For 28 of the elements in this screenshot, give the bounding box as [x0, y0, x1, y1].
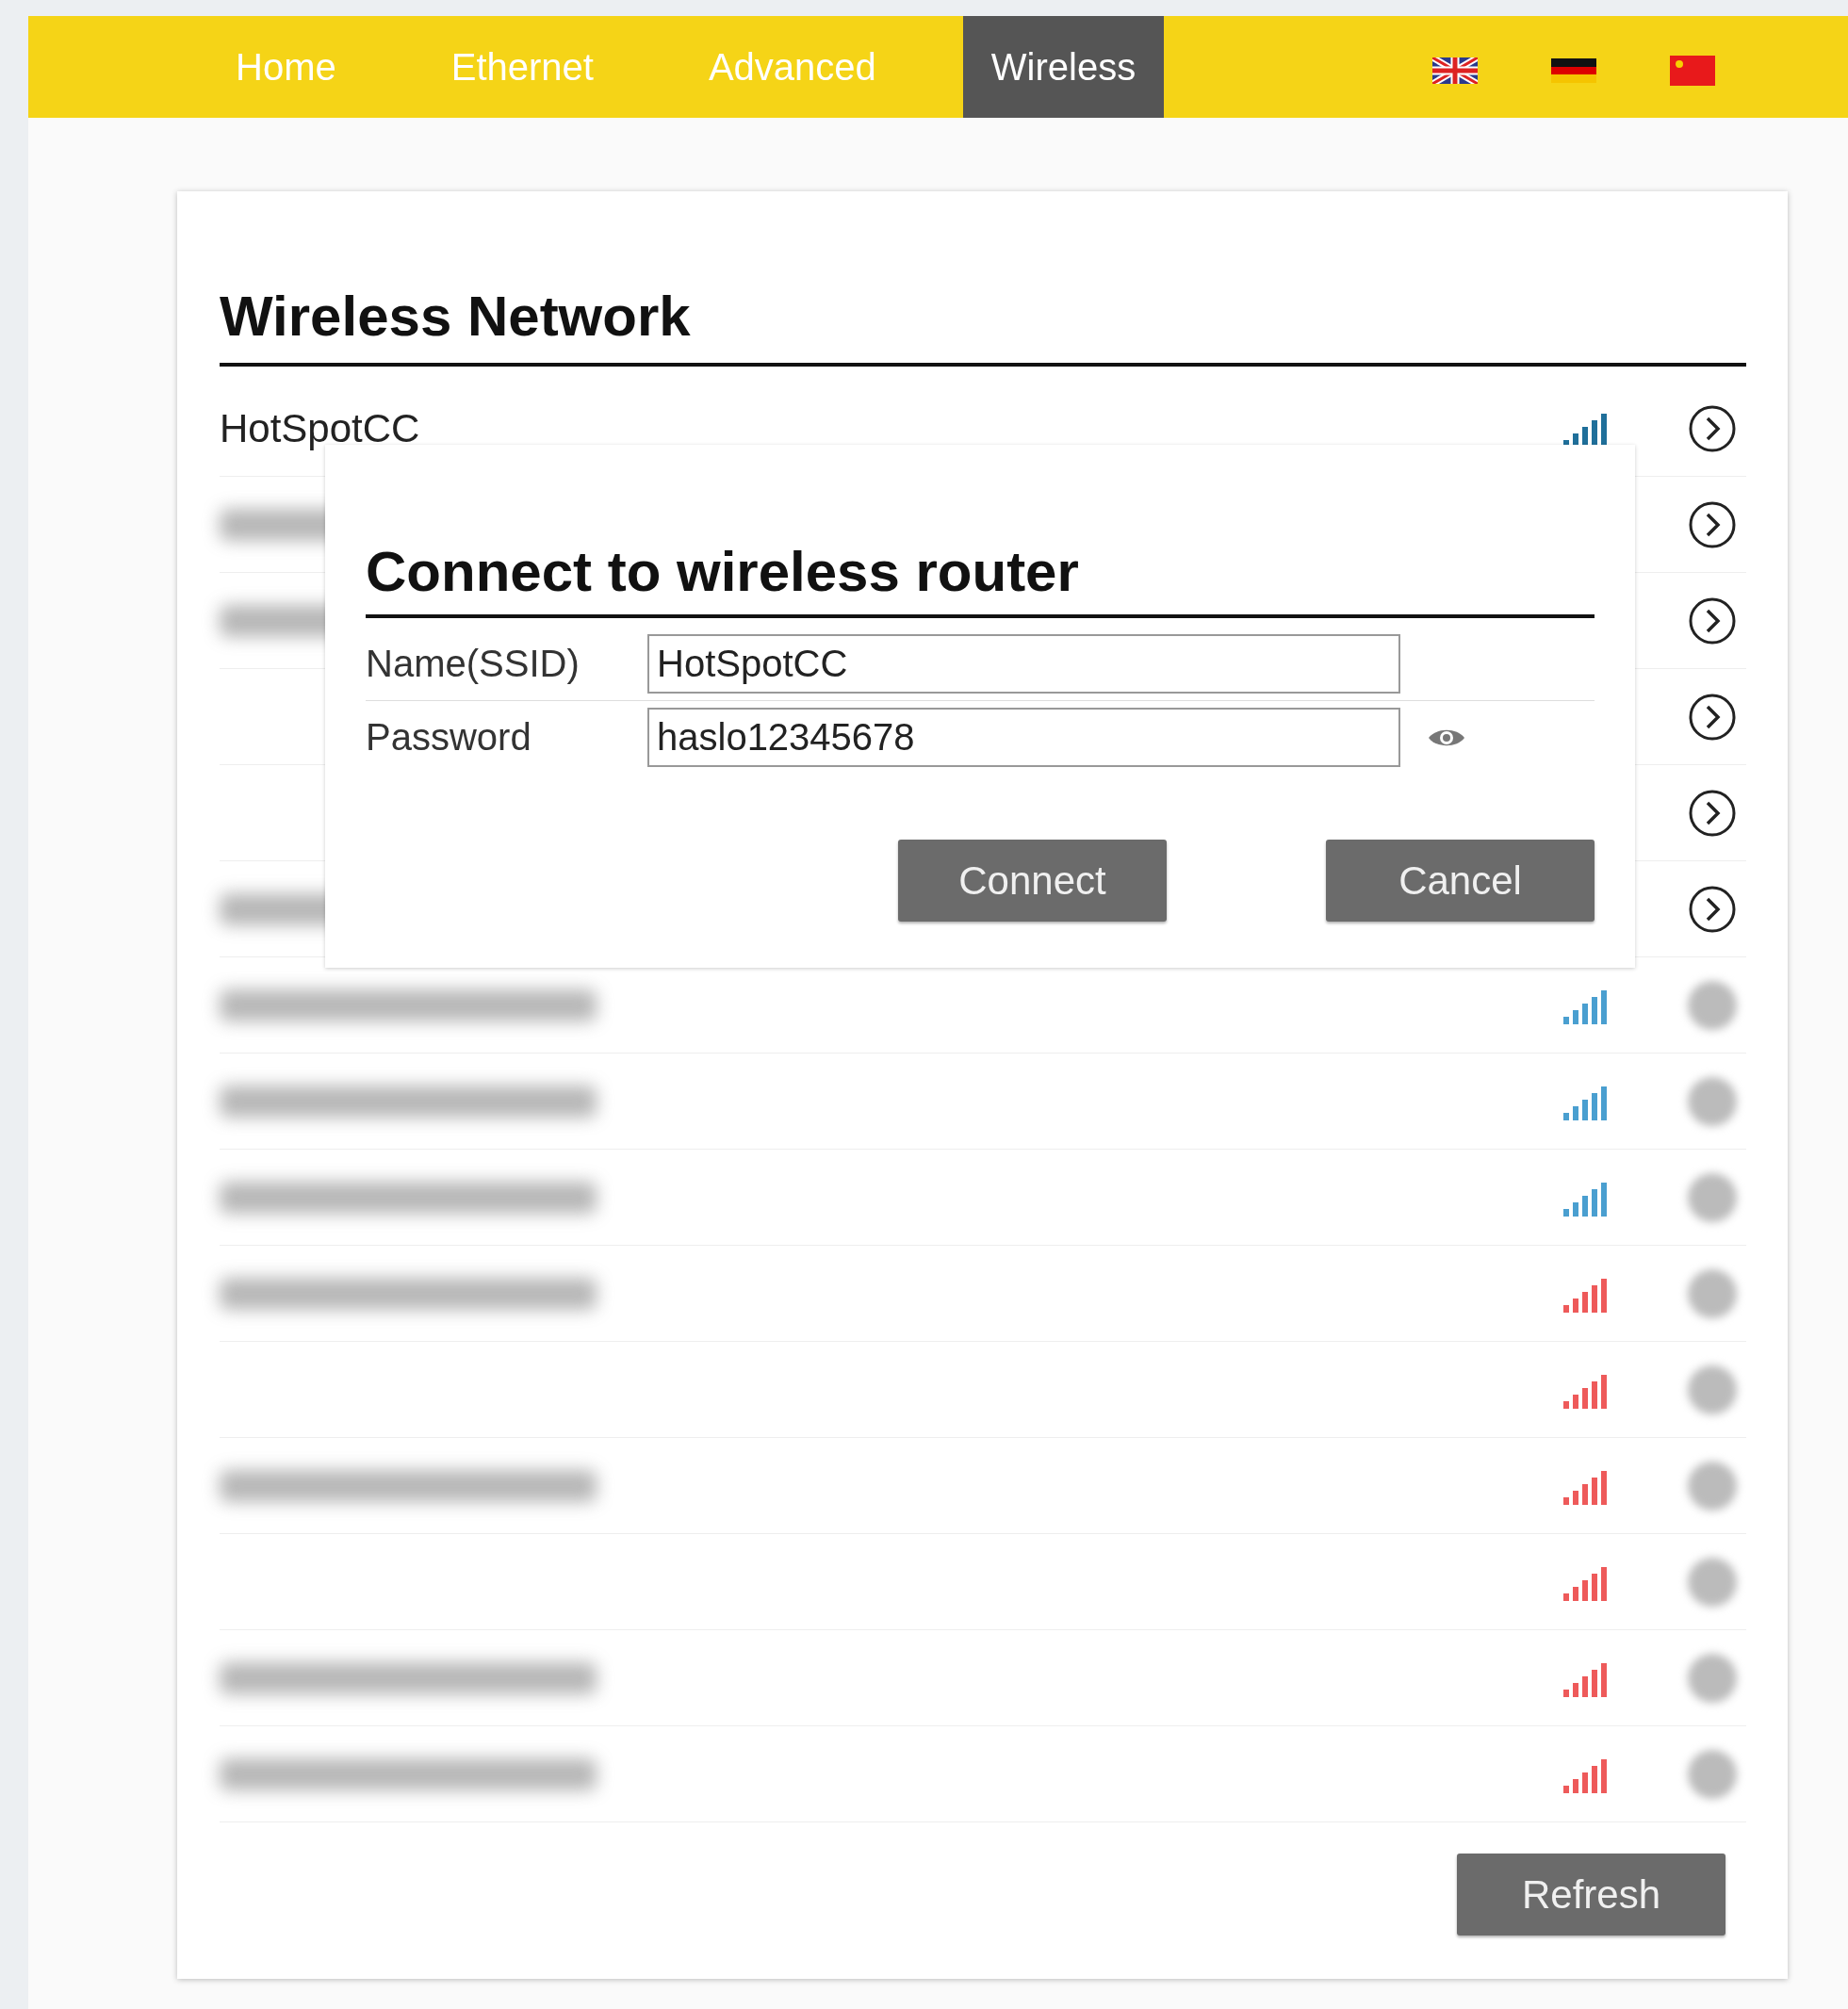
- refresh-button[interactable]: Refresh: [1457, 1854, 1725, 1936]
- blurred-circle-icon: [1688, 1749, 1737, 1799]
- chevron-right-icon[interactable]: [1688, 499, 1737, 549]
- nav-tab[interactable]: Wireless: [962, 16, 1165, 118]
- field-label: Password: [366, 716, 532, 759]
- input-field[interactable]: haslo12345678: [647, 708, 1400, 767]
- input-field[interactable]: HotSpotCC: [647, 634, 1400, 694]
- chevron-right-icon[interactable]: [1688, 884, 1737, 934]
- german-flag-icon[interactable]: [1551, 58, 1597, 83]
- chevron-right-icon[interactable]: [1688, 788, 1737, 838]
- blurred-circle-icon: [1688, 1172, 1737, 1222]
- blurred-circle-icon: [1688, 980, 1737, 1030]
- chevron-right-icon[interactable]: [1688, 596, 1737, 645]
- panel-title: Wireless Network: [220, 284, 692, 350]
- chinese-flag-icon[interactable]: [1670, 56, 1716, 86]
- blurred-circle-icon: [1688, 1557, 1737, 1607]
- blurred-circle-icon: [1688, 1364, 1737, 1414]
- dialog-title: Connect to wireless router: [366, 539, 1079, 605]
- field-label: Name(SSID): [366, 643, 581, 685]
- chevron-right-icon[interactable]: [1688, 692, 1737, 742]
- connect-button[interactable]: Connect: [898, 840, 1167, 922]
- blurred-circle-icon: [1688, 1268, 1737, 1318]
- cancel-button[interactable]: Cancel: [1326, 840, 1595, 922]
- blurred-circle-icon: [1688, 1653, 1737, 1703]
- chevron-right-icon[interactable]: [1688, 403, 1737, 453]
- uk-flag-icon[interactable]: [1432, 57, 1479, 84]
- blurred-circle-icon: [1688, 1461, 1737, 1511]
- blurred-circle-icon: [1688, 1076, 1737, 1126]
